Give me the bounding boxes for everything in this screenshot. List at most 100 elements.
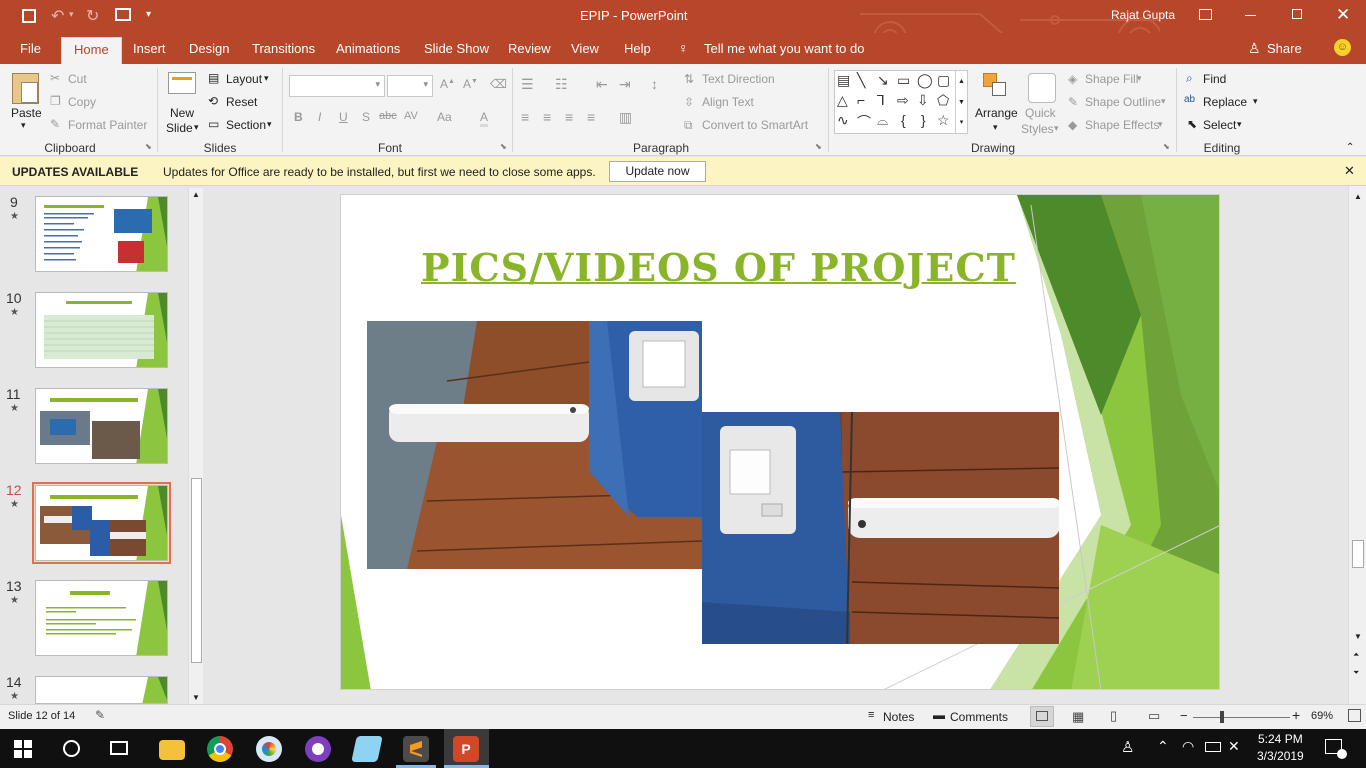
save-icon[interactable] — [22, 9, 36, 23]
thumbnail-scrollbar[interactable]: ▲ ▼ — [188, 188, 203, 704]
decrease-indent-icon[interactable]: ⇤ — [596, 76, 608, 93]
people-icon[interactable]: ♙ — [1121, 738, 1134, 756]
slide-thumbnail-10[interactable] — [35, 292, 168, 368]
spell-check-icon[interactable]: ✎ — [95, 708, 105, 722]
fit-to-window-icon[interactable] — [1348, 709, 1361, 722]
scroll-up-icon[interactable]: ▲ — [192, 190, 200, 199]
numbering-icon[interactable]: ☷ — [555, 76, 568, 93]
font-launcher-icon[interactable]: ⬊ — [500, 142, 507, 151]
project-photo-2[interactable] — [702, 412, 1059, 644]
scroll-thumb[interactable] — [1352, 540, 1364, 568]
rounded-rect-shape-icon[interactable]: ▢ — [937, 72, 950, 89]
font-color-button[interactable]: A — [480, 110, 489, 127]
down-arrow-shape-icon[interactable]: ⇩ — [917, 92, 929, 109]
replace-button[interactable]: Replace — [1203, 95, 1247, 109]
arc-shape-icon[interactable]: ⌒ — [857, 112, 871, 132]
text-direction-button[interactable]: Text Direction — [702, 72, 775, 86]
slide-title[interactable]: PICS/VIDEOS OF PROJECT — [421, 245, 1015, 290]
slide-scrollbar[interactable]: ▲ ▼ ⏶ ⏷ — [1348, 186, 1366, 704]
tab-review[interactable]: Review — [508, 41, 551, 56]
battery-icon[interactable] — [1205, 742, 1221, 752]
tab-design[interactable]: Design — [189, 41, 229, 56]
drawing-launcher-icon[interactable]: ⬊ — [1163, 142, 1170, 151]
slideshow-view-icon[interactable]: ▭ — [1148, 708, 1160, 724]
star-shape-icon[interactable]: ☆ — [937, 112, 950, 129]
tab-animations[interactable]: Animations — [336, 41, 400, 56]
user-name[interactable]: Rajat Gupta — [1111, 8, 1175, 22]
character-spacing-button[interactable]: AV — [404, 110, 418, 122]
file-explorer-icon[interactable] — [159, 740, 185, 760]
strikethrough-button[interactable]: abc — [379, 110, 397, 122]
clear-formatting-icon[interactable]: ⌫ — [490, 77, 507, 91]
new-slide-label[interactable]: Slide — [166, 121, 193, 135]
quick-styles-button[interactable]: Quick — [1025, 106, 1056, 120]
left-brace-shape-icon[interactable]: { — [901, 112, 906, 128]
layout-dropdown-icon[interactable]: ▾ — [264, 73, 269, 84]
task-view-icon[interactable] — [110, 741, 128, 755]
gallery-scroll-down-icon[interactable]: ▼ — [955, 92, 967, 113]
shape-effects-button[interactable]: Shape Effects — [1085, 118, 1160, 132]
connector-shape-icon[interactable]: ⌐ — [857, 92, 865, 108]
triangle-shape-icon[interactable]: △ — [837, 92, 848, 109]
arrange-icon[interactable] — [983, 73, 1009, 99]
increase-indent-icon[interactable]: ⇥ — [619, 76, 631, 93]
previous-slide-icon[interactable]: ⏶ — [1353, 650, 1359, 660]
redo-icon[interactable]: ↻ — [86, 6, 99, 26]
scroll-thumb[interactable] — [191, 478, 202, 663]
next-slide-icon[interactable]: ⏷ — [1353, 668, 1359, 678]
increase-font-icon[interactable]: A▲ — [440, 77, 455, 91]
paint-icon[interactable] — [256, 736, 282, 762]
clock-date[interactable]: 3/3/2019 — [1257, 749, 1304, 763]
minimize-icon[interactable] — [1245, 15, 1256, 16]
copy-button[interactable]: Copy — [68, 95, 96, 109]
rectangle-shape-icon[interactable]: ▭ — [897, 72, 910, 89]
new-slide-dropdown-icon[interactable]: ▾ — [194, 122, 199, 133]
paragraph-launcher-icon[interactable]: ⬊ — [815, 142, 822, 151]
wifi-icon[interactable]: ◠ — [1182, 738, 1194, 755]
zoom-slider-thumb[interactable] — [1220, 711, 1224, 723]
undo-icon[interactable]: ↶ — [51, 6, 64, 26]
bold-button[interactable]: B — [294, 110, 303, 124]
scroll-down-icon[interactable]: ▼ — [192, 693, 200, 702]
shapes-gallery[interactable]: ▤ ╲ ↘ ▭ ◯ ▢ △ ⌐ ⅂ ⇨ ⇩ ⬠ ∿ ⌒ ⌓ { } ☆ ▲ ▼ … — [834, 70, 968, 134]
close-update-bar-icon[interactable]: ✕ — [1344, 163, 1355, 179]
wave-shape-icon[interactable]: ⌓ — [877, 112, 888, 129]
scroll-down-icon[interactable]: ▼ — [1354, 632, 1362, 641]
line-spacing-icon[interactable]: ↕ — [651, 76, 658, 92]
underline-button[interactable]: U — [339, 110, 348, 124]
tell-me-search[interactable]: Tell me what you want to do — [704, 41, 864, 56]
shadow-button[interactable]: S — [362, 110, 370, 124]
cortana-search-icon[interactable] — [63, 740, 80, 757]
quick-styles-label[interactable]: Styles — [1021, 122, 1054, 136]
oval-shape-icon[interactable]: ◯ — [917, 72, 933, 89]
quick-styles-dropdown-icon[interactable]: ▾ — [1054, 123, 1059, 134]
font-size-field[interactable]: ▾ — [387, 75, 433, 97]
slide-canvas[interactable]: PICS/VIDEOS OF PROJECT — [340, 194, 1220, 690]
gallery-more-icon[interactable]: ▾ — [955, 113, 967, 133]
gallery-scroll-up-icon[interactable]: ▲ — [955, 71, 967, 92]
notes-button[interactable]: Notes — [883, 710, 914, 724]
align-right-icon[interactable]: ≡ — [565, 109, 573, 125]
slide-thumbnail-11[interactable] — [35, 388, 168, 464]
align-left-icon[interactable]: ≡ — [521, 109, 529, 125]
bullets-icon[interactable]: ☰ — [521, 76, 534, 93]
tab-file[interactable]: File — [20, 41, 41, 56]
quick-styles-icon[interactable] — [1028, 73, 1056, 103]
section-button[interactable]: Section — [226, 118, 266, 132]
shape-outline-dropdown-icon[interactable]: ▾ — [1161, 96, 1166, 107]
zoom-slider[interactable] — [1193, 711, 1290, 723]
new-slide-icon[interactable] — [168, 72, 196, 94]
select-dropdown-icon[interactable]: ▾ — [1237, 119, 1242, 130]
volume-mute-icon[interactable]: ✕ — [1228, 738, 1240, 755]
select-button[interactable]: Select — [1203, 118, 1236, 132]
comments-button[interactable]: Comments — [950, 710, 1008, 724]
chrome-icon[interactable] — [207, 736, 233, 762]
italic-button[interactable]: I — [318, 110, 321, 124]
tab-insert[interactable]: Insert — [133, 41, 166, 56]
presentation-icon[interactable] — [115, 8, 131, 21]
decrease-font-icon[interactable]: A▼ — [463, 77, 478, 91]
github-desktop-icon[interactable] — [305, 736, 331, 762]
paste-button[interactable]: Paste — [11, 106, 42, 120]
notes-app-icon[interactable] — [351, 736, 383, 762]
clipboard-launcher-icon[interactable]: ⬊ — [145, 142, 152, 151]
